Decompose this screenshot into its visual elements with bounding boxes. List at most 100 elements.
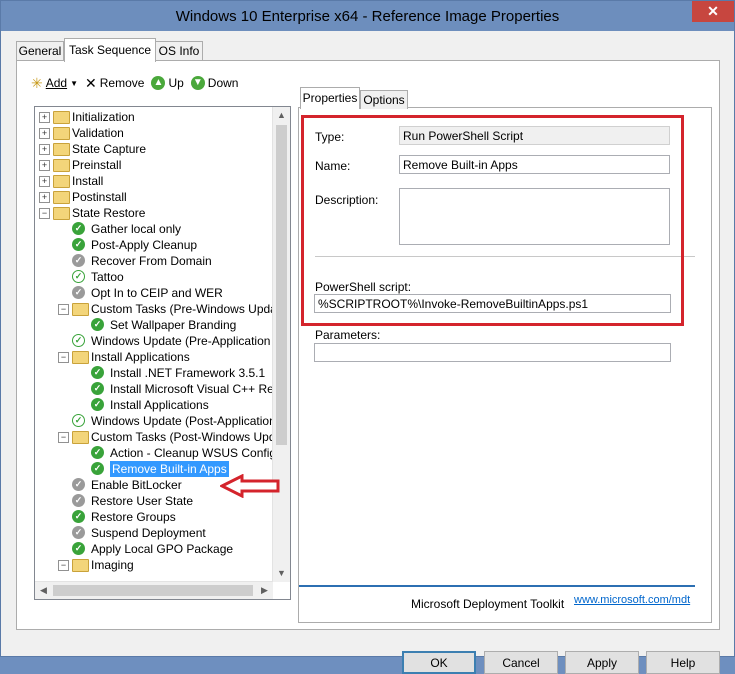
tab-os-info[interactable]: OS Info (155, 41, 203, 61)
tab-options[interactable]: Options (360, 90, 408, 109)
parameters-field[interactable] (314, 343, 671, 362)
tree-group[interactable]: + Preinstall (35, 157, 273, 173)
check-outline-icon: ✓ (72, 334, 85, 347)
down-arrow-icon: ▼ (190, 76, 205, 90)
task-sequence-panel: ✳ Add ▼ ✕ Remove ▲ Up ▼ Down − Imaging ✓ Ap… (16, 60, 720, 630)
help-button[interactable]: Help (646, 651, 720, 674)
apply-button[interactable]: Apply (565, 651, 639, 674)
ok-button[interactable]: OK (402, 651, 476, 674)
tree-step[interactable]: ✓ Gather local only (35, 221, 273, 237)
expand-icon[interactable]: + (39, 192, 50, 203)
tree-group[interactable]: − State Restore (35, 205, 273, 221)
tree-vertical-scrollbar[interactable]: ▲ ▼ (272, 107, 290, 582)
tree-step[interactable]: ✓ Suspend Deployment (35, 525, 273, 541)
tree-step[interactable]: ✓ Install Microsoft Visual C++ Redist (35, 381, 290, 397)
remove-label: Remove (99, 76, 145, 90)
tree-group[interactable]: + Postinstall (35, 189, 273, 205)
down-label: Down (207, 76, 239, 90)
hscroll-thumb[interactable] (53, 585, 253, 596)
collapse-icon[interactable]: − (58, 352, 69, 363)
folder-icon (53, 159, 70, 172)
folder-icon (72, 351, 89, 364)
properties-pane: Properties Options Type: Run PowerShell … (298, 87, 712, 623)
up-button[interactable]: ▲ Up (151, 76, 184, 90)
scroll-down-icon[interactable]: ▼ (273, 565, 290, 582)
check-icon: ✓ (91, 446, 104, 459)
tree-label: Gather local only (91, 222, 182, 236)
tree-group[interactable]: − Custom Tasks (Post-Windows Update (35, 429, 290, 445)
check-icon: ✓ (72, 238, 85, 251)
tree-group[interactable]: − Custom Tasks (Pre-Windows Update) (35, 301, 290, 317)
disabled-step-icon: ✓ (72, 478, 85, 491)
scroll-right-icon[interactable]: ▶ (256, 582, 273, 599)
tab-properties[interactable]: Properties (300, 87, 360, 109)
tree-label: Tattoo (91, 270, 124, 284)
tree-label: Recover From Domain (91, 254, 212, 268)
tree-group[interactable]: − Install Applications (35, 349, 273, 365)
tree-step[interactable]: ✓ Set Wallpaper Branding (35, 317, 273, 333)
add-button[interactable]: ✳ Add ▼ (31, 75, 78, 92)
up-label: Up (168, 76, 184, 90)
tree-label: Enable BitLocker (91, 478, 182, 492)
folder-icon (53, 143, 70, 156)
tree-label: Opt In to CEIP and WER (91, 286, 223, 300)
folder-icon (53, 175, 70, 188)
collapse-icon[interactable]: − (58, 432, 69, 443)
tree-group[interactable]: + Validation (35, 125, 273, 141)
task-toolbar: ✳ Add ▼ ✕ Remove ▲ Up ▼ Down (31, 72, 245, 94)
remove-button[interactable]: ✕ Remove (85, 75, 144, 92)
check-icon: ✓ (91, 366, 104, 379)
up-arrow-icon: ▲ (151, 76, 166, 90)
expand-icon[interactable]: + (39, 160, 50, 171)
cancel-button[interactable]: Cancel (484, 651, 558, 674)
check-outline-icon: ✓ (72, 270, 85, 283)
tree-label: Custom Tasks (Post-Windows Update (91, 430, 291, 444)
expand-icon[interactable]: + (39, 112, 50, 123)
tree-label: Apply Local GPO Package (91, 542, 234, 556)
close-button[interactable]: ✕ (692, 1, 734, 22)
tree-label: Preinstall (72, 158, 122, 172)
check-icon: ✓ (91, 462, 104, 475)
window-title: Windows 10 Enterprise x64 - Reference Im… (175, 8, 560, 25)
collapse-icon[interactable]: − (58, 560, 69, 571)
tab-task-sequence[interactable]: Task Sequence (64, 38, 156, 62)
tab-general[interactable]: General (16, 41, 64, 61)
tree-step[interactable]: ✓ Windows Update (Pre-Application Inst (35, 333, 290, 349)
title-bar[interactable]: Windows 10 Enterprise x64 - Reference Im… (1, 1, 734, 31)
scroll-up-icon[interactable]: ▲ (273, 107, 290, 124)
highlight-box (301, 115, 684, 326)
tree-step[interactable]: ✓ Recover From Domain (35, 253, 273, 269)
tree-group[interactable]: − Imaging (35, 557, 273, 573)
scroll-left-icon[interactable]: ◀ (35, 582, 52, 599)
mdt-link[interactable]: www.microsoft.com/mdt (574, 594, 690, 606)
disabled-step-icon: ✓ (72, 254, 85, 267)
collapse-icon[interactable]: − (39, 208, 50, 219)
expand-icon[interactable]: + (39, 144, 50, 155)
tree-label: Install Applications (91, 350, 190, 364)
tree-step[interactable]: ✓ Tattoo (35, 269, 273, 285)
expand-icon[interactable]: + (39, 128, 50, 139)
tree-horizontal-scrollbar[interactable]: ◀ ▶ (35, 581, 273, 599)
tree-label: Install Applications (110, 398, 209, 412)
tree-step[interactable]: ✓ Restore Groups (35, 509, 273, 525)
tree-step[interactable]: ✓ Install Applications (35, 397, 273, 413)
down-button[interactable]: ▼ Down (190, 76, 239, 90)
scroll-thumb[interactable] (276, 125, 287, 445)
tree-step[interactable]: ✓ Apply Local GPO Package (35, 541, 273, 557)
tree-step[interactable]: ✓ Install .NET Framework 3.5.1 (35, 365, 273, 381)
tree-step[interactable]: ✓ Post-Apply Cleanup (35, 237, 273, 253)
tree-group[interactable]: + State Capture (35, 141, 273, 157)
folder-icon (72, 431, 89, 444)
collapse-icon[interactable]: − (58, 304, 69, 315)
tree-label: Postinstall (72, 190, 127, 204)
tree-group[interactable]: + Initialization (35, 109, 273, 125)
tree-step[interactable]: ✓ Action - Cleanup WSUS Configura (35, 445, 290, 461)
parameters-label: Parameters: (315, 328, 381, 342)
tree-group[interactable]: + Install (35, 173, 273, 189)
expand-icon[interactable]: + (39, 176, 50, 187)
footer-rule (299, 585, 695, 587)
task-sequence-tree[interactable]: − Imaging ✓ Apply Local GPO Package ✓ Suspend… (34, 106, 291, 600)
tree-step[interactable]: ✓ Windows Update (Post-Application Ins (35, 413, 290, 429)
tree-step[interactable]: ✓ Opt In to CEIP and WER (35, 285, 273, 301)
folder-icon (53, 191, 70, 204)
